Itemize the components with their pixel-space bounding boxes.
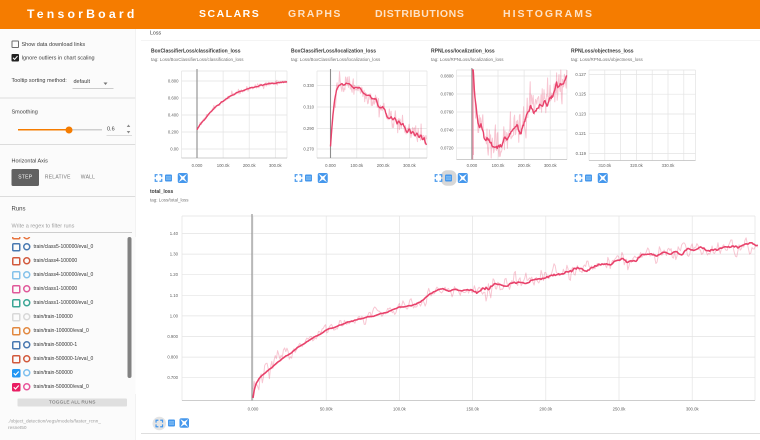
svg-text:0.700: 0.700 — [167, 375, 178, 380]
svg-text:1.00: 1.00 — [170, 313, 179, 318]
svg-text:1.20: 1.20 — [170, 272, 179, 277]
svg-text:0.800: 0.800 — [167, 355, 178, 360]
svg-text:0.000: 0.000 — [248, 407, 259, 412]
svg-text:0.900: 0.900 — [167, 334, 178, 339]
svg-text:250.0k: 250.0k — [613, 407, 627, 412]
svg-text:200.0k: 200.0k — [539, 407, 553, 412]
svg-text:1.40: 1.40 — [170, 231, 179, 236]
svg-text:1.30: 1.30 — [170, 252, 179, 257]
svg-text:100.0k: 100.0k — [393, 407, 407, 412]
svg-text:1.10: 1.10 — [170, 293, 179, 298]
svg-text:150.0k: 150.0k — [466, 407, 480, 412]
svg-text:50.00k: 50.00k — [320, 407, 334, 412]
svg-text:300.0k: 300.0k — [686, 407, 700, 412]
